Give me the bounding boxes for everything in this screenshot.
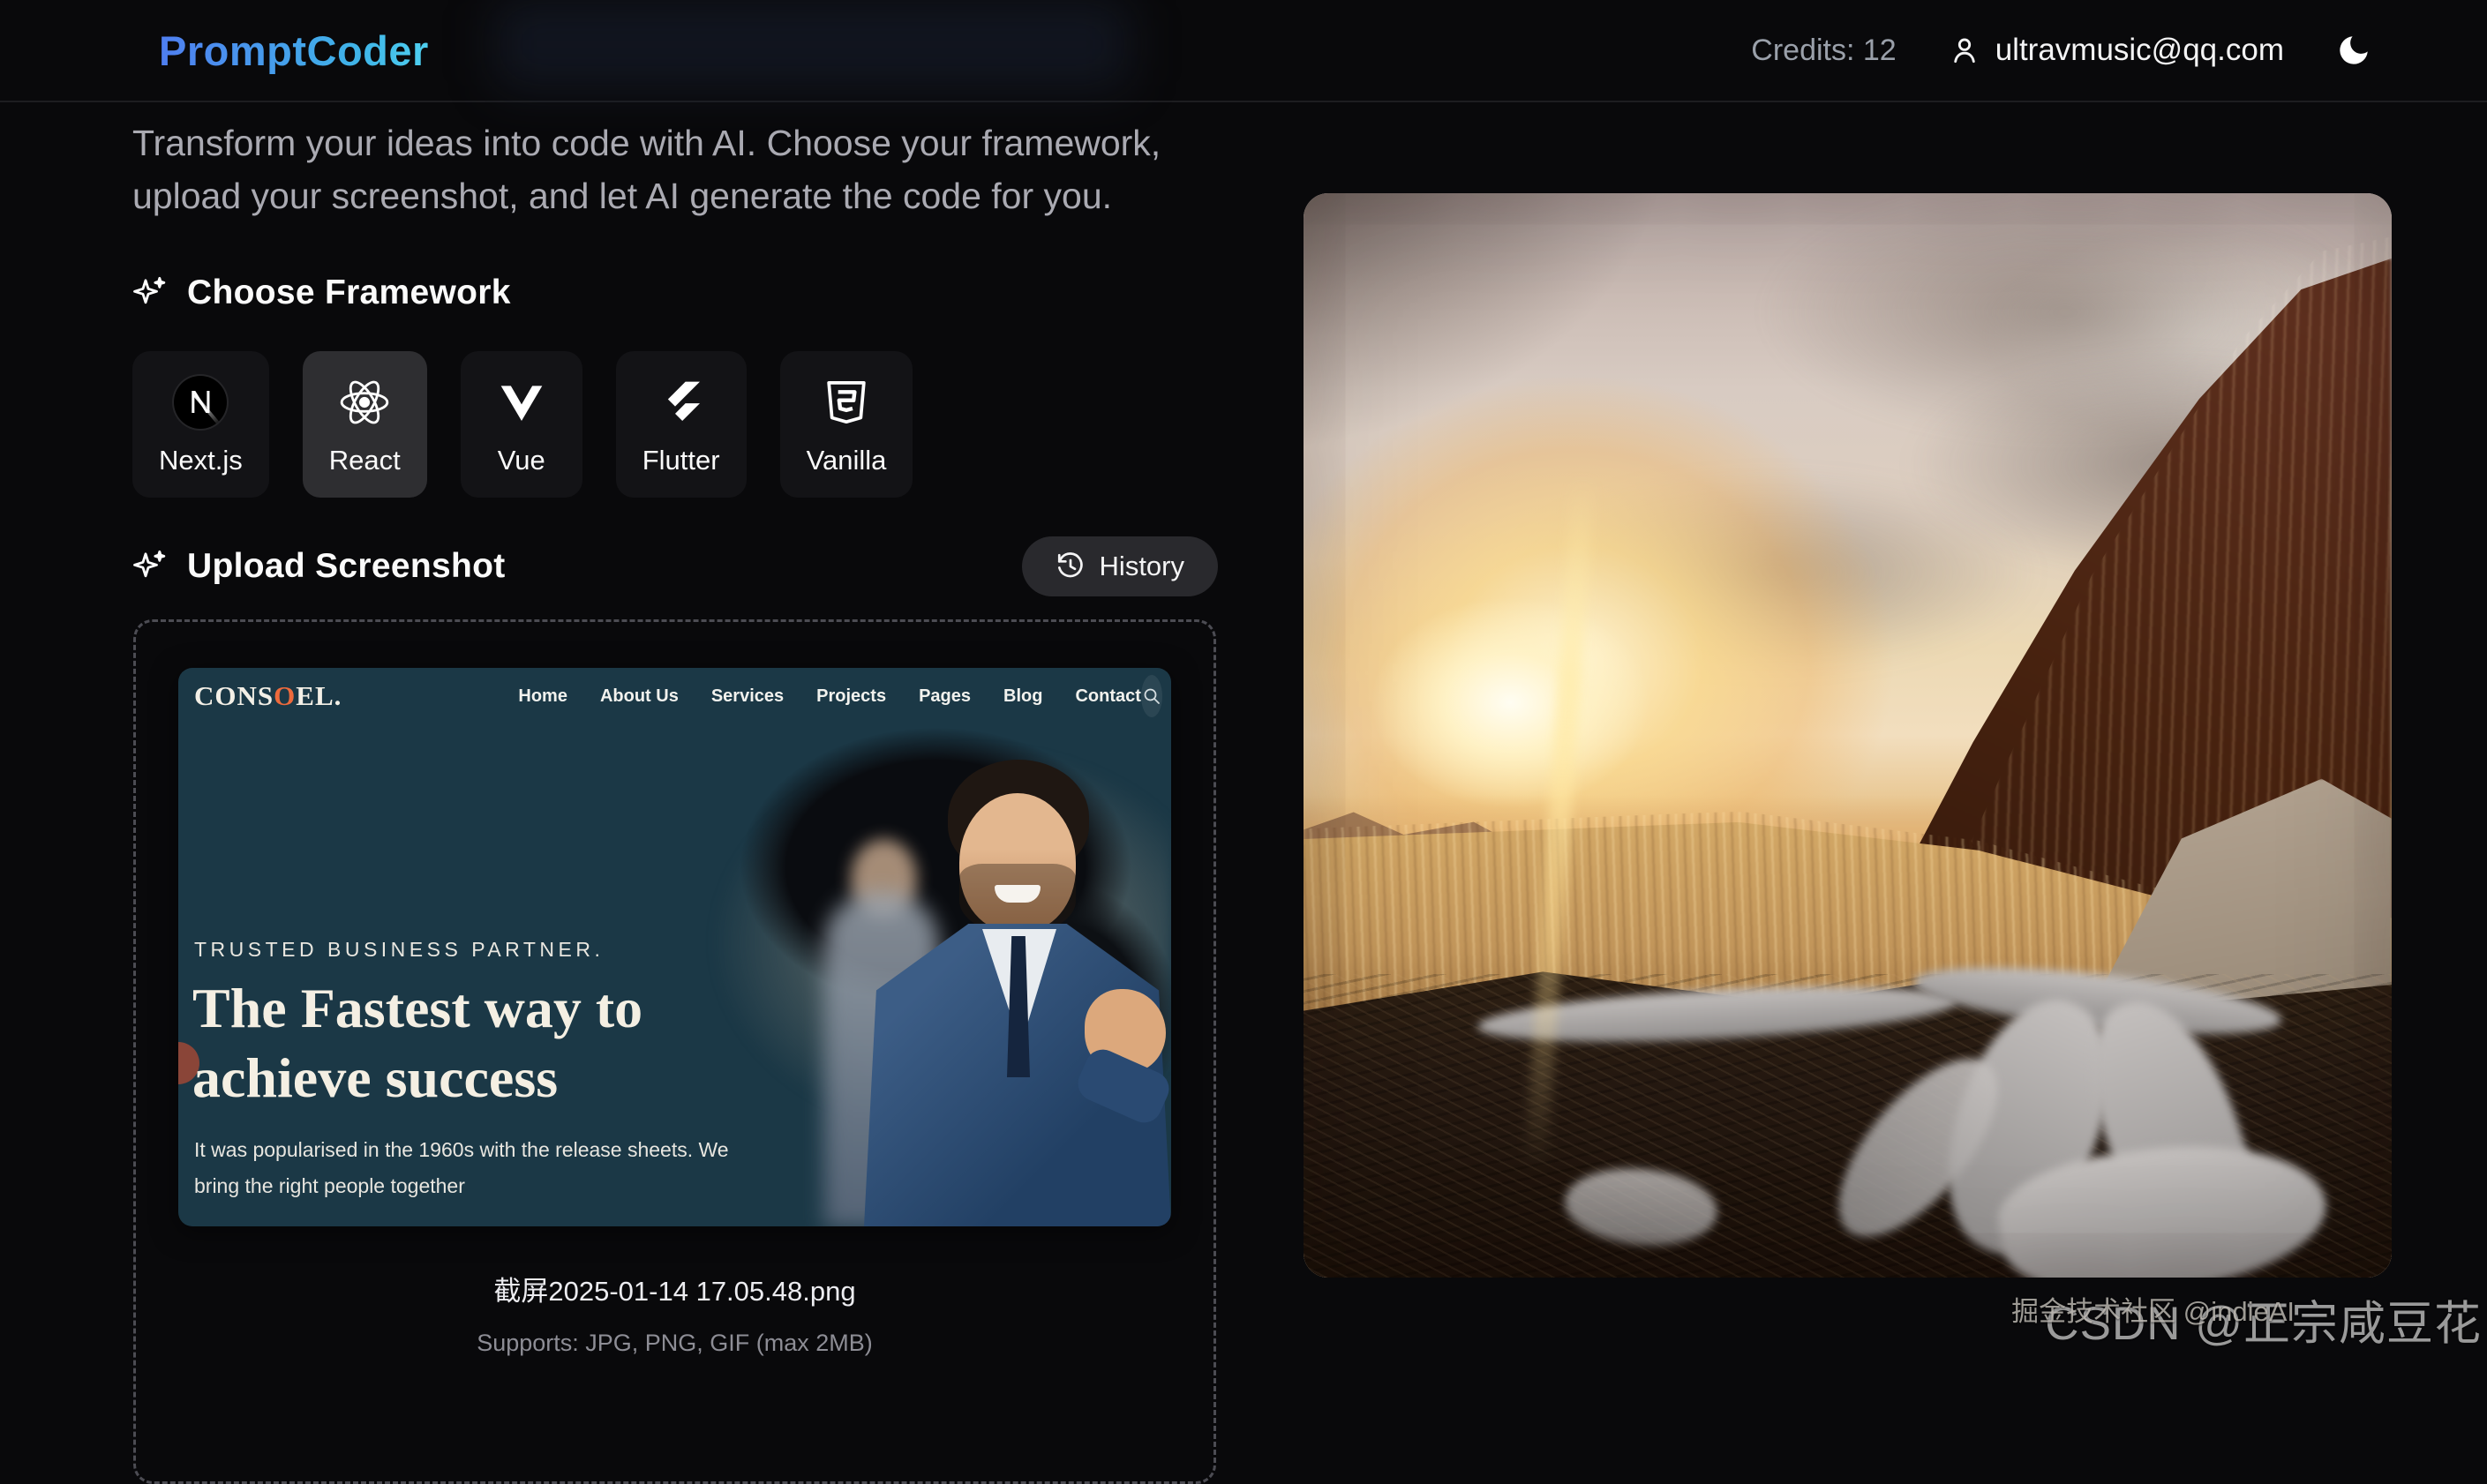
intro-text: Transform your ideas into code with AI. …	[132, 116, 1240, 222]
framework-option-vanilla[interactable]: Vanilla	[780, 351, 913, 498]
juejin-watermark: 掘金技术社区 @indieAI	[2011, 1289, 2295, 1329]
user-icon	[1948, 34, 1981, 67]
upload-screenshot-title: Upload Screenshot	[187, 547, 506, 586]
app-logo: PromptCoder	[159, 26, 429, 75]
top-header: PromptCoder Credits: 12 ultravmusic@qq.c…	[0, 0, 2487, 102]
framework-option-flutter[interactable]: Flutter	[616, 351, 747, 498]
header-right-group: Credits: 12 ultravmusic@qq.com	[1751, 32, 2372, 69]
html5-icon	[818, 374, 875, 431]
sparkle-icon	[132, 275, 168, 311]
uploaded-file-name: 截屏2025-01-14 17.05.48.png	[493, 1269, 855, 1308]
preview-hero: TRUSTED BUSINESS PARTNER. The Fastest wa…	[178, 724, 1171, 1226]
supported-formats-hint: Supports: JPG, PNG, GIF (max 2MB)	[477, 1330, 873, 1357]
uploaded-screenshot-preview: CONSOEL. Home About Us Services Projects…	[178, 668, 1171, 1226]
framework-option-vue[interactable]: Vue	[461, 351, 582, 498]
app-root: PromptCoder Credits: 12 ultravmusic@qq.c…	[0, 0, 2487, 1364]
framework-option-nextjs[interactable]: N Next.js	[132, 351, 269, 498]
preview-nav-home: Home	[518, 686, 567, 707]
nextjs-icon: N	[172, 374, 229, 431]
sparkle-icon	[132, 549, 168, 584]
generated-landscape-image	[1304, 193, 2392, 1278]
react-icon	[336, 374, 393, 431]
upload-dropzone[interactable]: CONSOEL. Home About Us Services Projects…	[133, 619, 1216, 1484]
account-menu[interactable]: ultravmusic@qq.com	[1948, 33, 2284, 68]
upload-screenshot-heading: Upload Screenshot	[132, 547, 506, 586]
choose-framework-title: Choose Framework	[187, 274, 511, 312]
preview-tagline: TRUSTED BUSINESS PARTNER.	[194, 938, 604, 962]
upload-section-header: Upload Screenshot History	[132, 536, 1218, 596]
framework-option-react[interactable]: React	[303, 351, 427, 498]
vue-icon	[493, 374, 550, 431]
choose-framework-heading: Choose Framework	[132, 274, 511, 312]
preview-body-text: It was popularised in the 1960s with the…	[194, 1132, 729, 1204]
user-email: ultravmusic@qq.com	[1995, 33, 2284, 68]
preview-site-logo: CONSOEL.	[194, 680, 342, 712]
preview-nav-about: About Us	[600, 686, 679, 707]
history-label: History	[1100, 551, 1184, 582]
credits-counter: Credits: 12	[1751, 34, 1896, 68]
framework-selector: N Next.js React Vue	[132, 351, 913, 498]
history-button[interactable]: History	[1022, 536, 1218, 596]
history-icon	[1056, 551, 1086, 581]
blurred-watermark-remnant	[494, 0, 1130, 88]
preview-title: The Fastest way to achieve success	[192, 973, 642, 1113]
flutter-icon	[653, 374, 710, 431]
businessman-figure	[864, 760, 1171, 1226]
dark-mode-toggle[interactable]	[2335, 32, 2372, 69]
